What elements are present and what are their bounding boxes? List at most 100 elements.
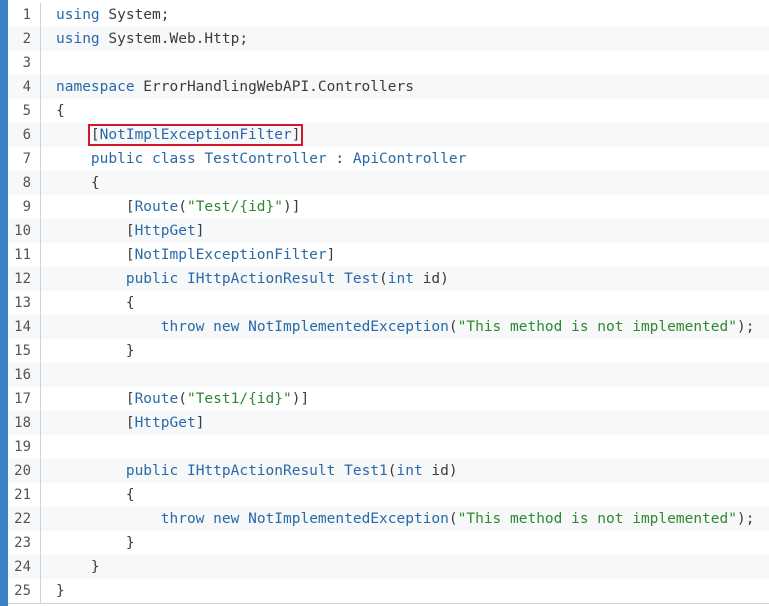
- code-keyword: class: [152, 151, 196, 167]
- code-line: 25}: [8, 579, 769, 603]
- code-keyword: int: [387, 271, 414, 287]
- code-text: throw new NotImplementedException("This …: [41, 315, 769, 339]
- code-keyword: throw: [160, 511, 205, 527]
- code-text: namespace ErrorHandlingWebAPI.Controller…: [41, 75, 769, 99]
- line-number: 2: [8, 27, 41, 51]
- code-line: 19: [8, 435, 769, 459]
- code-token: id): [413, 271, 449, 287]
- code-line: 2 using System.Web.Http;: [8, 27, 769, 51]
- code-token: id): [422, 463, 458, 479]
- line-number: 10: [8, 219, 41, 243]
- line-number: 20: [8, 459, 41, 483]
- code-text: public IHttpActionResult Test1(int id): [41, 459, 769, 483]
- code-lines: 1 using System; 2 using System.Web.Http; 3 4 n…: [8, 3, 769, 603]
- code-keyword: namespace: [56, 79, 135, 95]
- line-number: 5: [8, 99, 41, 123]
- line-number: 15: [8, 339, 41, 363]
- code-line: 20 public IHttpActionResult Test1(int id…: [8, 459, 769, 483]
- code-line: 11 [NotImplExceptionFilter]: [8, 243, 769, 267]
- code-keyword: NotImplementedException: [248, 511, 449, 527]
- code-viewer: 1 using System; 2 using System.Web.Http; 3 4 n…: [0, 0, 769, 606]
- code-token: }: [56, 535, 135, 551]
- highlight-box: [NotImplExceptionFilter]: [87, 124, 304, 146]
- code-keyword: public: [125, 271, 179, 287]
- code-line: 12 public IHttpActionResult Test(int id): [8, 267, 769, 291]
- line-number: 19: [8, 435, 41, 459]
- code-keyword: IHttpActionResult: [186, 271, 336, 287]
- code-text: public IHttpActionResult Test(int id): [41, 267, 769, 291]
- code-block-accent-bar: [0, 0, 8, 606]
- code-token: (: [448, 319, 458, 335]
- code-line: 21 {: [8, 483, 769, 507]
- code-token: );: [736, 319, 755, 335]
- code-token: ]: [195, 415, 205, 431]
- code-token: {: [56, 295, 135, 311]
- code-token: [: [56, 199, 135, 215]
- code-token: }: [56, 559, 100, 575]
- code-line: 17 [Route("Test1/{id}")]: [8, 387, 769, 411]
- code-block-bottom-border: [8, 603, 769, 604]
- code-line: 4 namespace ErrorHandlingWebAPI.Controlle…: [8, 75, 769, 99]
- code-text: using System;: [41, 3, 769, 27]
- line-number: 1: [8, 3, 41, 27]
- code-line: 15 }: [8, 339, 769, 363]
- line-number: 9: [8, 195, 41, 219]
- code-token: [: [56, 415, 135, 431]
- code-keyword: NotImplementedException: [248, 319, 449, 335]
- line-number: 23: [8, 531, 41, 555]
- line-number: 8: [8, 171, 41, 195]
- code-line: 13 {: [8, 291, 769, 315]
- code-keyword: new: [213, 511, 240, 527]
- line-number: 21: [8, 483, 41, 507]
- code-text: {: [41, 99, 769, 123]
- code-keyword: Route: [134, 199, 179, 215]
- code-text: }: [41, 339, 769, 363]
- code-line: 1 using System;: [8, 3, 769, 27]
- code-token: [: [56, 247, 135, 263]
- code-token: {: [56, 487, 135, 503]
- code-keyword: throw: [160, 319, 205, 335]
- line-number: 18: [8, 411, 41, 435]
- code-token: }: [56, 583, 65, 599]
- code-line: 23 }: [8, 531, 769, 555]
- code-token: (: [178, 391, 187, 407]
- code-token: ]: [291, 127, 301, 143]
- code-text: [NotImplExceptionFilter]: [41, 243, 769, 267]
- line-number: 7: [8, 147, 41, 171]
- line-number: 3: [8, 51, 41, 75]
- code-token: (: [379, 271, 388, 287]
- code-keyword: NotImplExceptionFilter: [99, 127, 292, 143]
- line-number: 22: [8, 507, 41, 531]
- code-token: )]: [283, 199, 301, 215]
- code-line: 18 [HttpGet]: [8, 411, 769, 435]
- code-token: (: [178, 199, 187, 215]
- code-text: using System.Web.Http;: [41, 27, 769, 51]
- line-number: 4: [8, 75, 41, 99]
- code-keyword: new: [213, 319, 240, 335]
- code-line: 22 throw new NotImplementedException("Th…: [8, 507, 769, 531]
- code-token: System.Web.Http;: [99, 31, 249, 47]
- code-line: 24 }: [8, 555, 769, 579]
- line-number: 6: [8, 123, 41, 147]
- code-token: ]: [195, 223, 205, 239]
- code-token: )]: [291, 391, 310, 407]
- line-number: 24: [8, 555, 41, 579]
- code-keyword: HttpGet: [134, 415, 196, 431]
- line-number: 11: [8, 243, 41, 267]
- code-keyword: Route: [134, 391, 179, 407]
- code-string: "This method is not implemented": [457, 511, 737, 527]
- code-string: "Test/{id}": [186, 199, 283, 215]
